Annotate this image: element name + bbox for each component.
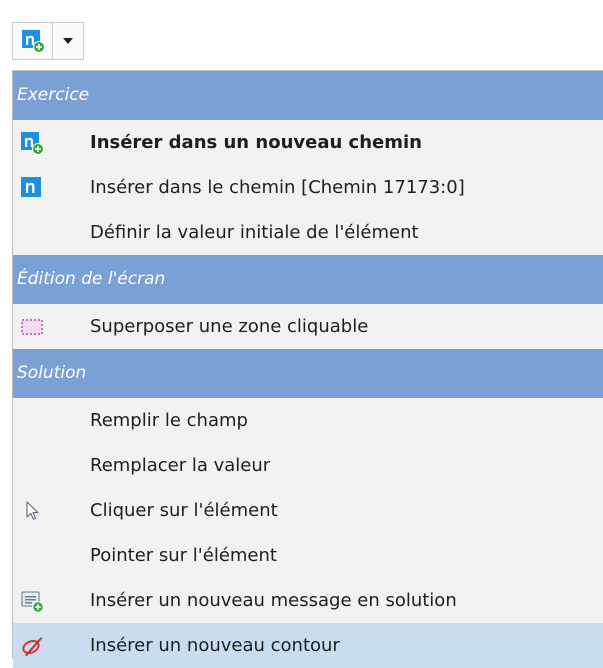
menu-item-label: Cliquer sur l'élément (90, 500, 278, 521)
section-header-screen-edit: Édition de l'écran (13, 255, 603, 304)
menu-item-replace-value[interactable]: Remplacer la valeur (13, 443, 603, 488)
new-message-icon (20, 589, 44, 613)
section-header-solution: Solution (13, 349, 603, 398)
insert-new-path-icon (21, 29, 45, 53)
menu-item-label: Pointer sur l'élément (90, 545, 277, 566)
menu-item-overlay-clickable-zone[interactable]: Superposer une zone cliquable (13, 304, 603, 349)
chevron-down-icon (62, 37, 74, 45)
menu-item-label: Remplir le champ (90, 410, 248, 431)
menu-item-set-initial-value[interactable]: Définir la valeur initiale de l'élément (13, 210, 603, 255)
menu-item-insert-solution-message[interactable]: Insérer un nouveau message en solution (13, 578, 603, 623)
menu-item-label: Insérer dans le chemin [Chemin 17173:0] (90, 177, 465, 198)
menu-item-label: Insérer un nouveau contour (90, 635, 340, 656)
clickable-zone-icon (20, 315, 44, 339)
section-header-exercice: Exercice (13, 71, 603, 120)
insert-new-path-button[interactable] (12, 22, 52, 60)
path-n-icon (20, 176, 44, 200)
menu-item-insert-new-path[interactable]: Insérer dans un nouveau chemin (13, 120, 603, 165)
menu-item-label: Remplacer la valeur (90, 455, 271, 476)
menu-item-label: Définir la valeur initiale de l'élément (90, 222, 419, 243)
new-outline-icon (20, 634, 44, 658)
menu-item-label: Insérer dans un nouveau chemin (90, 132, 422, 153)
cursor-arrow-icon (20, 499, 44, 523)
insert-new-path-icon (20, 131, 44, 155)
menu-item-click-element[interactable]: Cliquer sur l'élément (13, 488, 603, 533)
menu-item-fill-field[interactable]: Remplir le champ (13, 398, 603, 443)
insert-split-button[interactable] (12, 22, 84, 60)
dropdown-toggle-button[interactable] (52, 22, 84, 60)
menu-item-insert-new-outline[interactable]: Insérer un nouveau contour (13, 623, 603, 668)
menu-item-label: Insérer un nouveau message en solution (90, 590, 457, 611)
menu-item-insert-in-path[interactable]: Insérer dans le chemin [Chemin 17173:0] (13, 165, 603, 210)
insert-dropdown-menu: Exercice Insérer dans un nouveau chemin … (12, 70, 603, 668)
menu-item-point-element[interactable]: Pointer sur l'élément (13, 533, 603, 578)
menu-item-label: Superposer une zone cliquable (90, 316, 369, 337)
